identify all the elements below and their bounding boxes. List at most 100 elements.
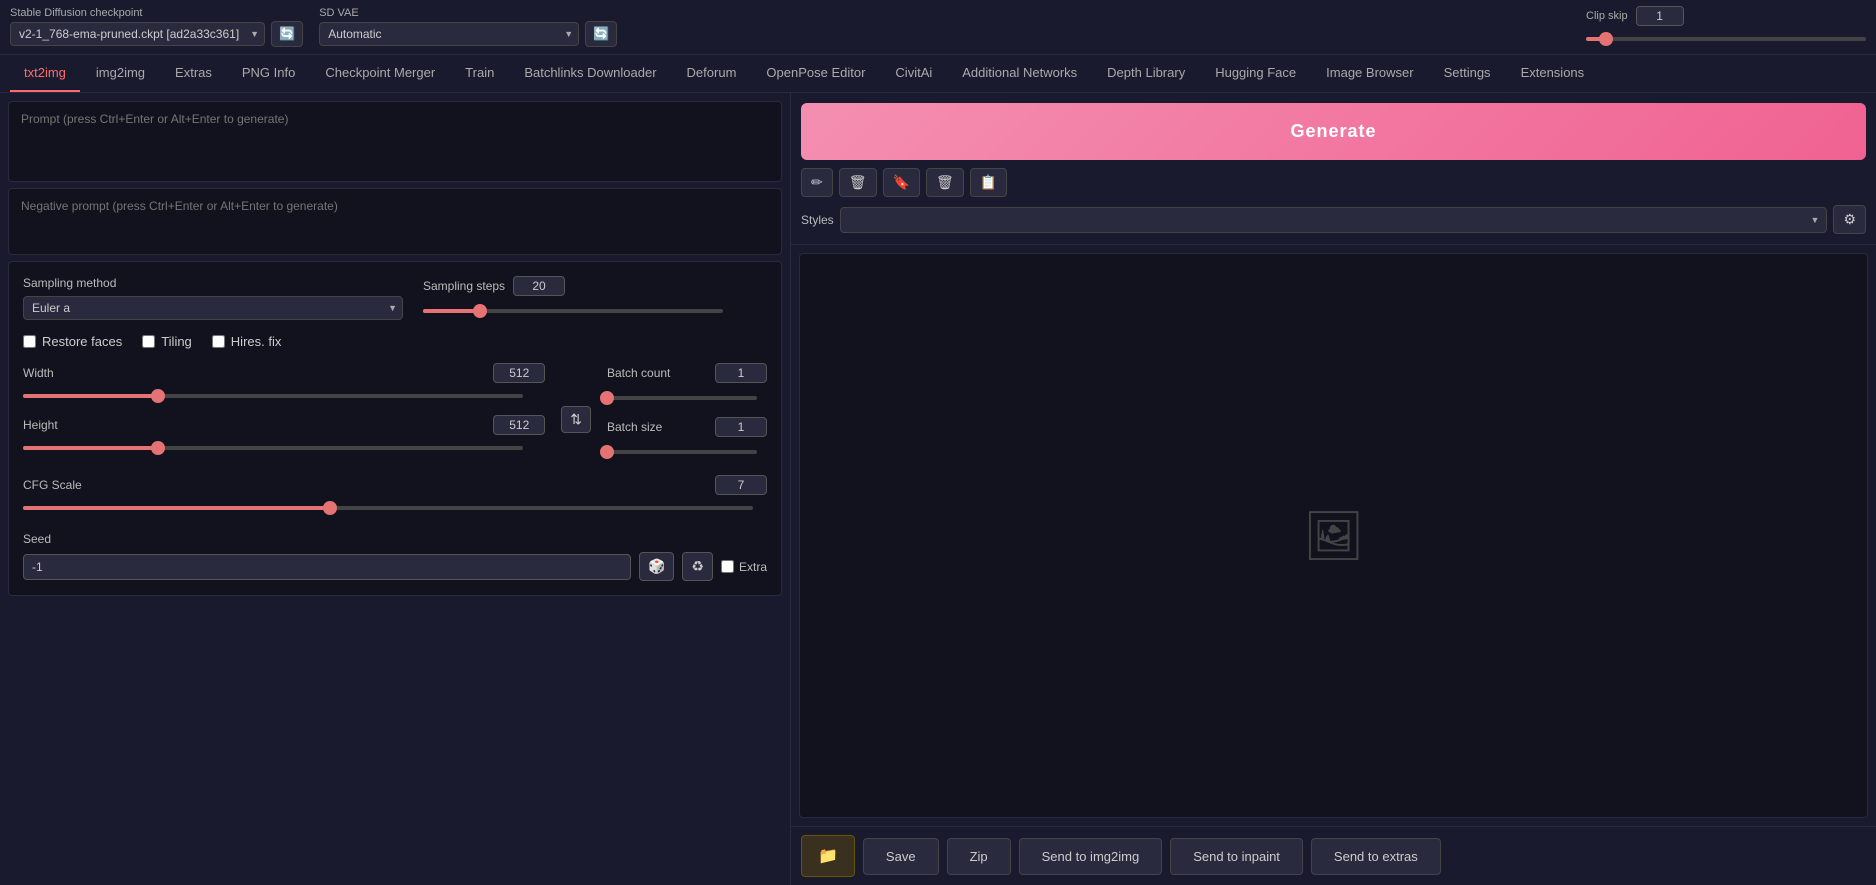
positive-prompt-input[interactable] [9, 102, 781, 178]
width-group: Width [23, 363, 545, 405]
extra-seed-label: Extra [739, 560, 767, 574]
paste-btn[interactable]: 📋 [970, 168, 1007, 197]
batch-count-input[interactable] [715, 363, 767, 383]
sampling-steps-fill [423, 309, 480, 313]
batch-size-group: Batch size [607, 417, 767, 461]
send-inpaint-btn[interactable]: Send to inpaint [1170, 838, 1303, 875]
width-track [23, 394, 523, 398]
clip-skip-slider[interactable] [1586, 30, 1866, 48]
checkpoint-refresh-btn[interactable]: 🔄 [271, 21, 303, 47]
tiling-checkbox[interactable]: Tiling [142, 334, 192, 349]
height-label: Height [23, 418, 58, 432]
hires-fix-checkbox[interactable]: Hires. fix [212, 334, 282, 349]
vae-select-wrap[interactable]: Automatic [319, 22, 579, 46]
tab-openpose[interactable]: OpenPose Editor [752, 55, 879, 92]
cfg-scale-thumb[interactable] [323, 501, 337, 515]
batch-size-thumb[interactable] [600, 445, 614, 459]
batch-count-label: Batch count [607, 366, 670, 380]
checkpoint-select-wrap[interactable]: v2-1_768-ema-pruned.ckpt [ad2a33c361] [10, 22, 265, 46]
tab-train[interactable]: Train [451, 55, 508, 92]
tab-txt2img[interactable]: txt2img [10, 55, 80, 92]
tab-additional-networks[interactable]: Additional Networks [948, 55, 1091, 92]
send-img2img-btn[interactable]: Send to img2img [1019, 838, 1163, 875]
batch-size-slider[interactable] [607, 443, 767, 461]
sampling-steps-top: Sampling steps [423, 276, 767, 296]
tab-png-info[interactable]: PNG Info [228, 55, 309, 92]
folder-btn[interactable]: 📁 [801, 835, 855, 877]
tab-extensions[interactable]: Extensions [1507, 55, 1599, 92]
seed-row: 🎲 ♻ Extra [23, 552, 767, 581]
hires-fix-label: Hires. fix [231, 334, 282, 349]
sampling-method-select-wrap[interactable]: Euler a [23, 296, 403, 320]
styles-settings-btn[interactable]: ⚙ [1833, 205, 1866, 234]
clip-skip-area: Clip skip 1 [1586, 6, 1866, 48]
delete-style-btn[interactable]: 🗑 [926, 168, 964, 197]
hires-fix-input[interactable] [212, 335, 225, 348]
tab-image-browser[interactable]: Image Browser [1312, 55, 1427, 92]
zip-btn[interactable]: Zip [947, 838, 1011, 875]
styles-select[interactable] [840, 207, 1828, 233]
vae-label: SD VAE [319, 7, 617, 19]
styles-select-wrap[interactable] [840, 207, 1828, 233]
tab-deforum[interactable]: Deforum [673, 55, 751, 92]
seed-recycle-btn[interactable]: ♻ [682, 552, 713, 581]
batch-size-input[interactable] [715, 417, 767, 437]
tab-checkpoint-merger[interactable]: Checkpoint Merger [311, 55, 449, 92]
sampling-steps-input[interactable] [513, 276, 565, 296]
right-panel: Generate ✏ 🗑 🔖 🗑 📋 Styles ⚙ 🖼 [790, 93, 1876, 885]
tiling-input[interactable] [142, 335, 155, 348]
batch-count-thumb[interactable] [600, 391, 614, 405]
tab-civitai[interactable]: CivitAi [881, 55, 946, 92]
tiling-label: Tiling [161, 334, 192, 349]
cfg-scale-slider[interactable] [23, 499, 767, 517]
seed-input[interactable] [23, 554, 631, 580]
trash-btn[interactable]: 🗑 [839, 168, 877, 197]
batch-count-slider[interactable] [607, 389, 767, 407]
width-thumb[interactable] [151, 389, 165, 403]
tab-depth-library[interactable]: Depth Library [1093, 55, 1199, 92]
image-area: 🖼 [799, 253, 1868, 818]
batch-count-label-row: Batch count [607, 363, 767, 383]
height-input[interactable] [493, 415, 545, 435]
tab-img2img[interactable]: img2img [82, 55, 159, 92]
sampling-steps-thumb[interactable] [473, 304, 487, 318]
tab-extras[interactable]: Extras [161, 55, 226, 92]
main-layout: Sampling method Euler a Sampling steps [0, 93, 1876, 885]
negative-prompt-area [8, 188, 782, 255]
restore-faces-input[interactable] [23, 335, 36, 348]
height-slider[interactable] [23, 439, 545, 457]
clip-skip-label: Clip skip [1586, 10, 1628, 22]
vae-refresh-btn[interactable]: 🔄 [585, 21, 617, 47]
clip-skip-input[interactable]: 1 [1636, 6, 1684, 26]
cfg-label-row: CFG Scale [23, 475, 767, 495]
pencil-btn[interactable]: ✏ [801, 168, 833, 197]
restore-faces-checkbox[interactable]: Restore faces [23, 334, 122, 349]
vae-select[interactable]: Automatic [319, 22, 579, 46]
bookmark-btn[interactable]: 🔖 [883, 168, 920, 197]
extra-seed-checkbox[interactable]: Extra [721, 560, 767, 574]
sampling-steps-label: Sampling steps [423, 279, 505, 293]
seed-dice-btn[interactable]: 🎲 [639, 552, 674, 581]
tab-batchlinks[interactable]: Batchlinks Downloader [510, 55, 670, 92]
sampling-method-select[interactable]: Euler a [23, 296, 403, 320]
save-btn[interactable]: Save [863, 838, 939, 875]
extra-seed-input[interactable] [721, 560, 734, 573]
clip-skip-top: Clip skip 1 [1586, 6, 1866, 26]
generate-button[interactable]: Generate [801, 103, 1866, 160]
checkpoint-select[interactable]: v2-1_768-ema-pruned.ckpt [ad2a33c361] [10, 22, 265, 46]
nav-tabs: txt2img img2img Extras PNG Info Checkpoi… [0, 55, 1876, 93]
height-thumb[interactable] [151, 441, 165, 455]
tab-hugging-face[interactable]: Hugging Face [1201, 55, 1310, 92]
height-label-row: Height [23, 415, 545, 435]
right-top: Generate ✏ 🗑 🔖 🗑 📋 Styles ⚙ [791, 93, 1876, 245]
tab-settings[interactable]: Settings [1430, 55, 1505, 92]
clip-skip-thumb[interactable] [1599, 32, 1613, 46]
send-extras-btn[interactable]: Send to extras [1311, 838, 1441, 875]
sampling-row: Sampling method Euler a Sampling steps [23, 276, 767, 320]
negative-prompt-input[interactable] [9, 189, 781, 251]
width-input[interactable] [493, 363, 545, 383]
width-slider[interactable] [23, 387, 545, 405]
swap-dimensions-btn[interactable]: ⇅ [561, 406, 591, 433]
sampling-steps-slider[interactable] [423, 302, 767, 320]
cfg-scale-input[interactable] [715, 475, 767, 495]
